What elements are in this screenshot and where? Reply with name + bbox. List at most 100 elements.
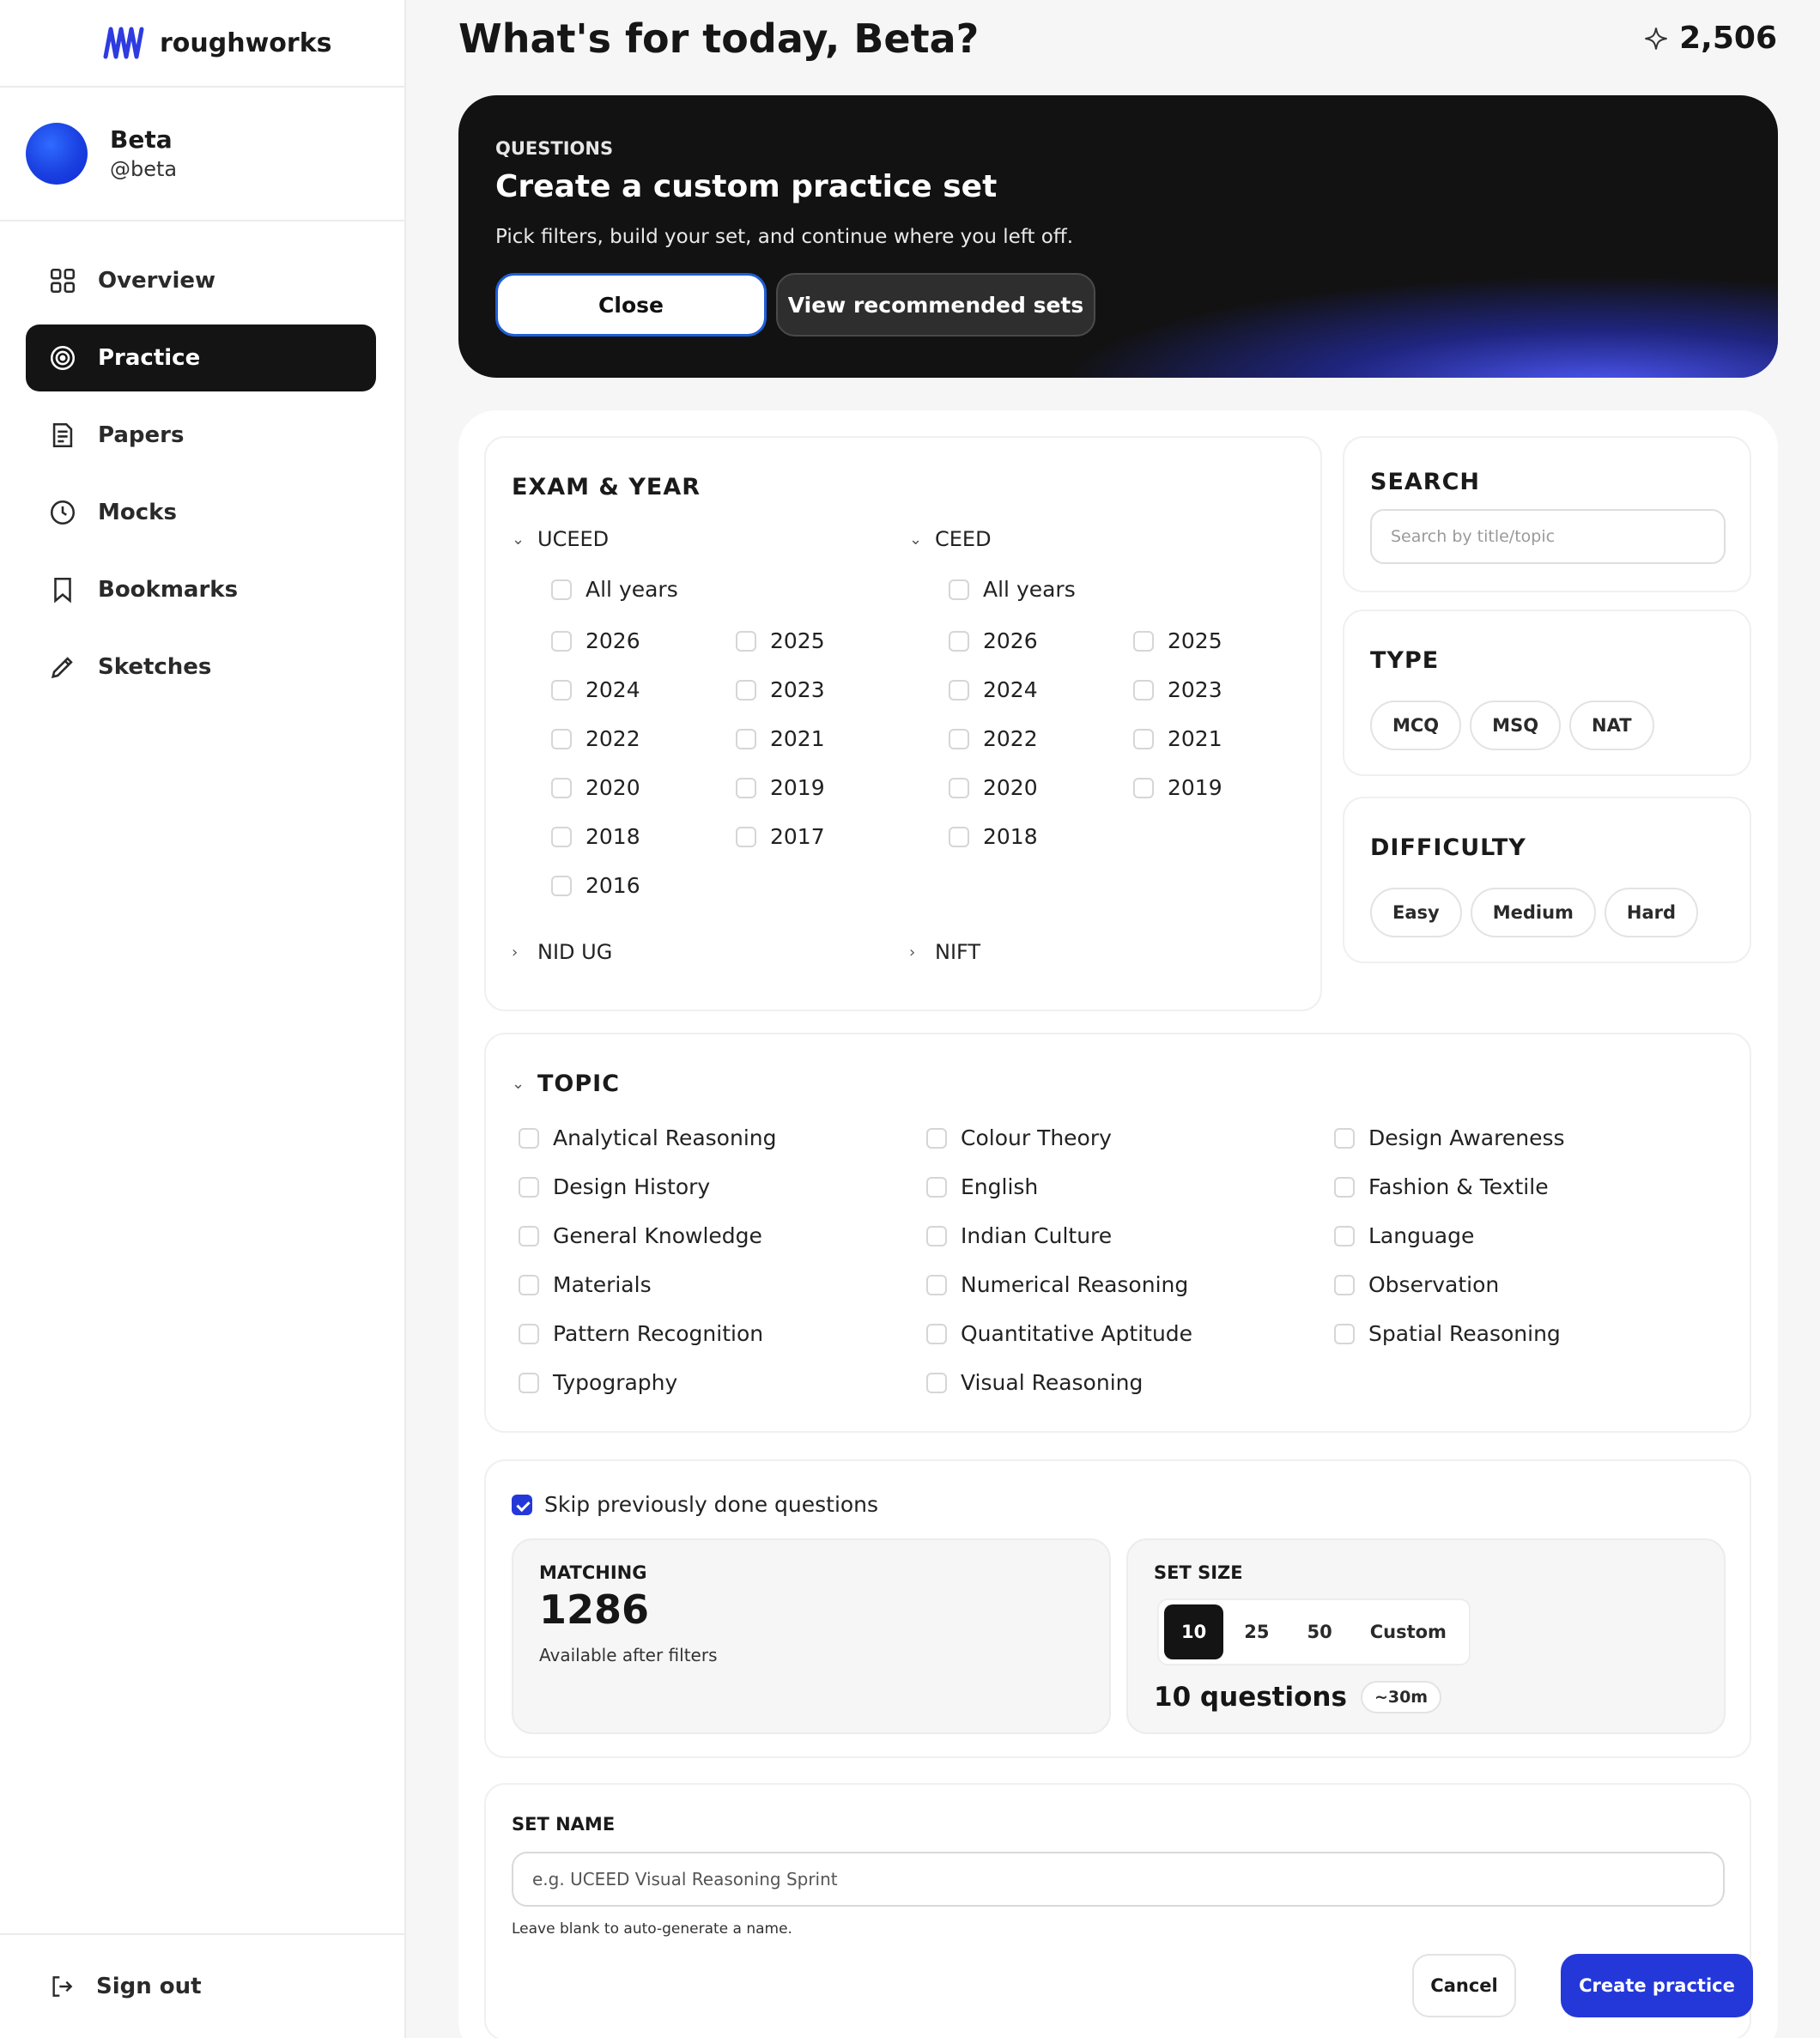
topic-checkbox[interactable]: Fashion & Textile: [1334, 1174, 1549, 1199]
set-size-option-50[interactable]: 50: [1289, 1604, 1349, 1659]
search-input[interactable]: [1370, 509, 1726, 564]
difficulty-card: DIFFICULTY Easy Medium Hard: [1343, 797, 1751, 963]
topic-label: Spatial Reasoning: [1368, 1321, 1561, 1346]
set-size-option-custom[interactable]: Custom: [1353, 1604, 1464, 1659]
topic-checkbox[interactable]: Design History: [519, 1174, 710, 1199]
points-value: 2,506: [1679, 21, 1777, 56]
sidebar-item-label: Sketches: [98, 654, 212, 680]
set-size-card: SET SIZE 10 25 50 Custom 10 questions ~3…: [1126, 1538, 1726, 1734]
ceed-year-checkbox[interactable]: 2020: [949, 775, 1038, 800]
exam-year-title: EXAM & YEAR: [512, 474, 701, 500]
grid-icon: [50, 268, 76, 294]
ceed-year-checkbox[interactable]: 2018: [949, 824, 1038, 849]
type-option-mcq[interactable]: MCQ: [1370, 701, 1462, 750]
sidebar-item-papers[interactable]: Papers: [26, 402, 376, 469]
set-size-option-10[interactable]: 10: [1164, 1604, 1224, 1659]
difficulty-option-hard[interactable]: Hard: [1604, 888, 1699, 937]
topic-checkbox[interactable]: Language: [1334, 1223, 1474, 1248]
uceed-year-checkbox[interactable]: 2023: [736, 677, 825, 702]
set-size-option-25[interactable]: 25: [1227, 1604, 1286, 1659]
topic-header[interactable]: ⌄ TOPIC: [512, 1071, 620, 1097]
topic-checkbox[interactable]: Pattern Recognition: [519, 1321, 763, 1346]
topic-checkbox[interactable]: Quantitative Aptitude: [926, 1321, 1192, 1346]
uceed-all-years-checkbox[interactable]: All years: [551, 577, 678, 602]
exam-group-nid-ug[interactable]: › NID UG: [512, 940, 612, 964]
topic-label: Indian Culture: [961, 1223, 1113, 1248]
sidebar-item-overview[interactable]: Overview: [26, 247, 376, 314]
uceed-year-checkbox[interactable]: 2026: [551, 628, 640, 653]
set-name-input[interactable]: [512, 1852, 1725, 1907]
uceed-year-checkbox[interactable]: 2025: [736, 628, 825, 653]
topic-label: English: [961, 1174, 1039, 1199]
uceed-year-checkbox[interactable]: 2016: [551, 873, 640, 898]
view-recommended-button[interactable]: View recommended sets: [776, 273, 1095, 337]
create-practice-button[interactable]: Create practice: [1561, 1954, 1753, 2017]
checkbox: [519, 1274, 539, 1295]
ceed-year-checkbox[interactable]: 2024: [949, 677, 1038, 702]
uceed-year-checkbox[interactable]: 2020: [551, 775, 640, 800]
ceed-year-checkbox[interactable]: 2019: [1133, 775, 1222, 800]
exam-group-uceed[interactable]: ⌄ UCEED: [512, 527, 609, 551]
brand[interactable]: roughworks: [0, 0, 404, 88]
uceed-year-checkbox[interactable]: 2024: [551, 677, 640, 702]
ceed-year-checkbox[interactable]: 2022: [949, 726, 1038, 751]
close-button[interactable]: Close: [495, 273, 767, 337]
topic-checkbox[interactable]: English: [926, 1174, 1038, 1199]
sidebar-item-practice[interactable]: Practice: [26, 325, 376, 391]
user-handle: @beta: [110, 157, 178, 181]
sidebar-item-mocks[interactable]: Mocks: [26, 479, 376, 546]
exam-group-nift[interactable]: › NIFT: [909, 940, 980, 964]
sign-out-button[interactable]: Sign out: [0, 1933, 404, 2038]
topic-checkbox[interactable]: Analytical Reasoning: [519, 1125, 777, 1150]
sidebar-item-sketches[interactable]: Sketches: [26, 634, 376, 701]
exam-group-ceed[interactable]: ⌄ CEED: [909, 527, 992, 551]
sidebar-nav: Overview Practice Papers Mocks Bookmarks: [26, 247, 376, 711]
topic-label: Pattern Recognition: [553, 1321, 764, 1346]
clock-icon: [50, 500, 76, 525]
uceed-year-checkbox[interactable]: 2022: [551, 726, 640, 751]
topic-checkbox[interactable]: Colour Theory: [926, 1125, 1112, 1150]
search-card: SEARCH: [1343, 436, 1751, 592]
exam-group-label: UCEED: [537, 527, 610, 551]
topic-label: Materials: [553, 1272, 652, 1297]
ceed-year-checkbox[interactable]: 2021: [1133, 726, 1222, 751]
type-option-msq[interactable]: MSQ: [1470, 701, 1562, 750]
skip-done-checkbox[interactable]: Skip previously done questions: [512, 1492, 878, 1517]
matching-card: MATCHING 1286 Available after filters: [512, 1538, 1111, 1734]
user-name: Beta: [110, 125, 173, 154]
topic-checkbox[interactable]: General Knowledge: [519, 1223, 762, 1248]
checkbox: [926, 1372, 947, 1393]
uceed-year-checkbox[interactable]: 2018: [551, 824, 640, 849]
difficulty-option-easy[interactable]: Easy: [1370, 888, 1462, 937]
topic-checkbox[interactable]: Spatial Reasoning: [1334, 1321, 1561, 1346]
topic-checkbox[interactable]: Typography: [519, 1370, 677, 1395]
ceed-year-checkbox[interactable]: 2026: [949, 628, 1038, 653]
set-size-summary: 10 questions: [1154, 1682, 1347, 1713]
type-option-nat[interactable]: NAT: [1569, 701, 1654, 750]
ceed-all-years-checkbox[interactable]: All years: [949, 577, 1076, 602]
topic-checkbox[interactable]: Observation: [1334, 1272, 1499, 1297]
sidebar-item-bookmarks[interactable]: Bookmarks: [26, 556, 376, 623]
ceed-year-checkbox[interactable]: 2023: [1133, 677, 1222, 702]
difficulty-option-medium[interactable]: Medium: [1470, 888, 1596, 937]
user-profile[interactable]: Beta @beta: [0, 88, 404, 221]
matching-title: MATCHING: [539, 1562, 647, 1583]
difficulty-options: Easy Medium Hard: [1370, 888, 1707, 937]
uceed-year-checkbox[interactable]: 2019: [736, 775, 825, 800]
topic-checkbox[interactable]: Visual Reasoning: [926, 1370, 1143, 1395]
search-title: SEARCH: [1370, 469, 1480, 495]
chevron-right-icon: ›: [909, 943, 916, 961]
topic-checkbox[interactable]: Indian Culture: [926, 1223, 1112, 1248]
uceed-year-checkbox[interactable]: 2021: [736, 726, 825, 751]
uceed-year-checkbox[interactable]: 2017: [736, 824, 825, 849]
topic-checkbox[interactable]: Numerical Reasoning: [926, 1272, 1188, 1297]
topic-checkbox[interactable]: Materials: [519, 1272, 652, 1297]
topic-checkbox[interactable]: Design Awareness: [1334, 1125, 1565, 1150]
topic-label: Analytical Reasoning: [553, 1125, 777, 1150]
topic-label: Numerical Reasoning: [961, 1272, 1189, 1297]
cancel-button[interactable]: Cancel: [1412, 1954, 1516, 2017]
bookmark-icon: [54, 577, 71, 604]
checkbox: [926, 1176, 947, 1198]
sidebar: roughworks Beta @beta Overview Practice: [0, 0, 406, 2038]
ceed-year-checkbox[interactable]: 2025: [1133, 628, 1222, 653]
